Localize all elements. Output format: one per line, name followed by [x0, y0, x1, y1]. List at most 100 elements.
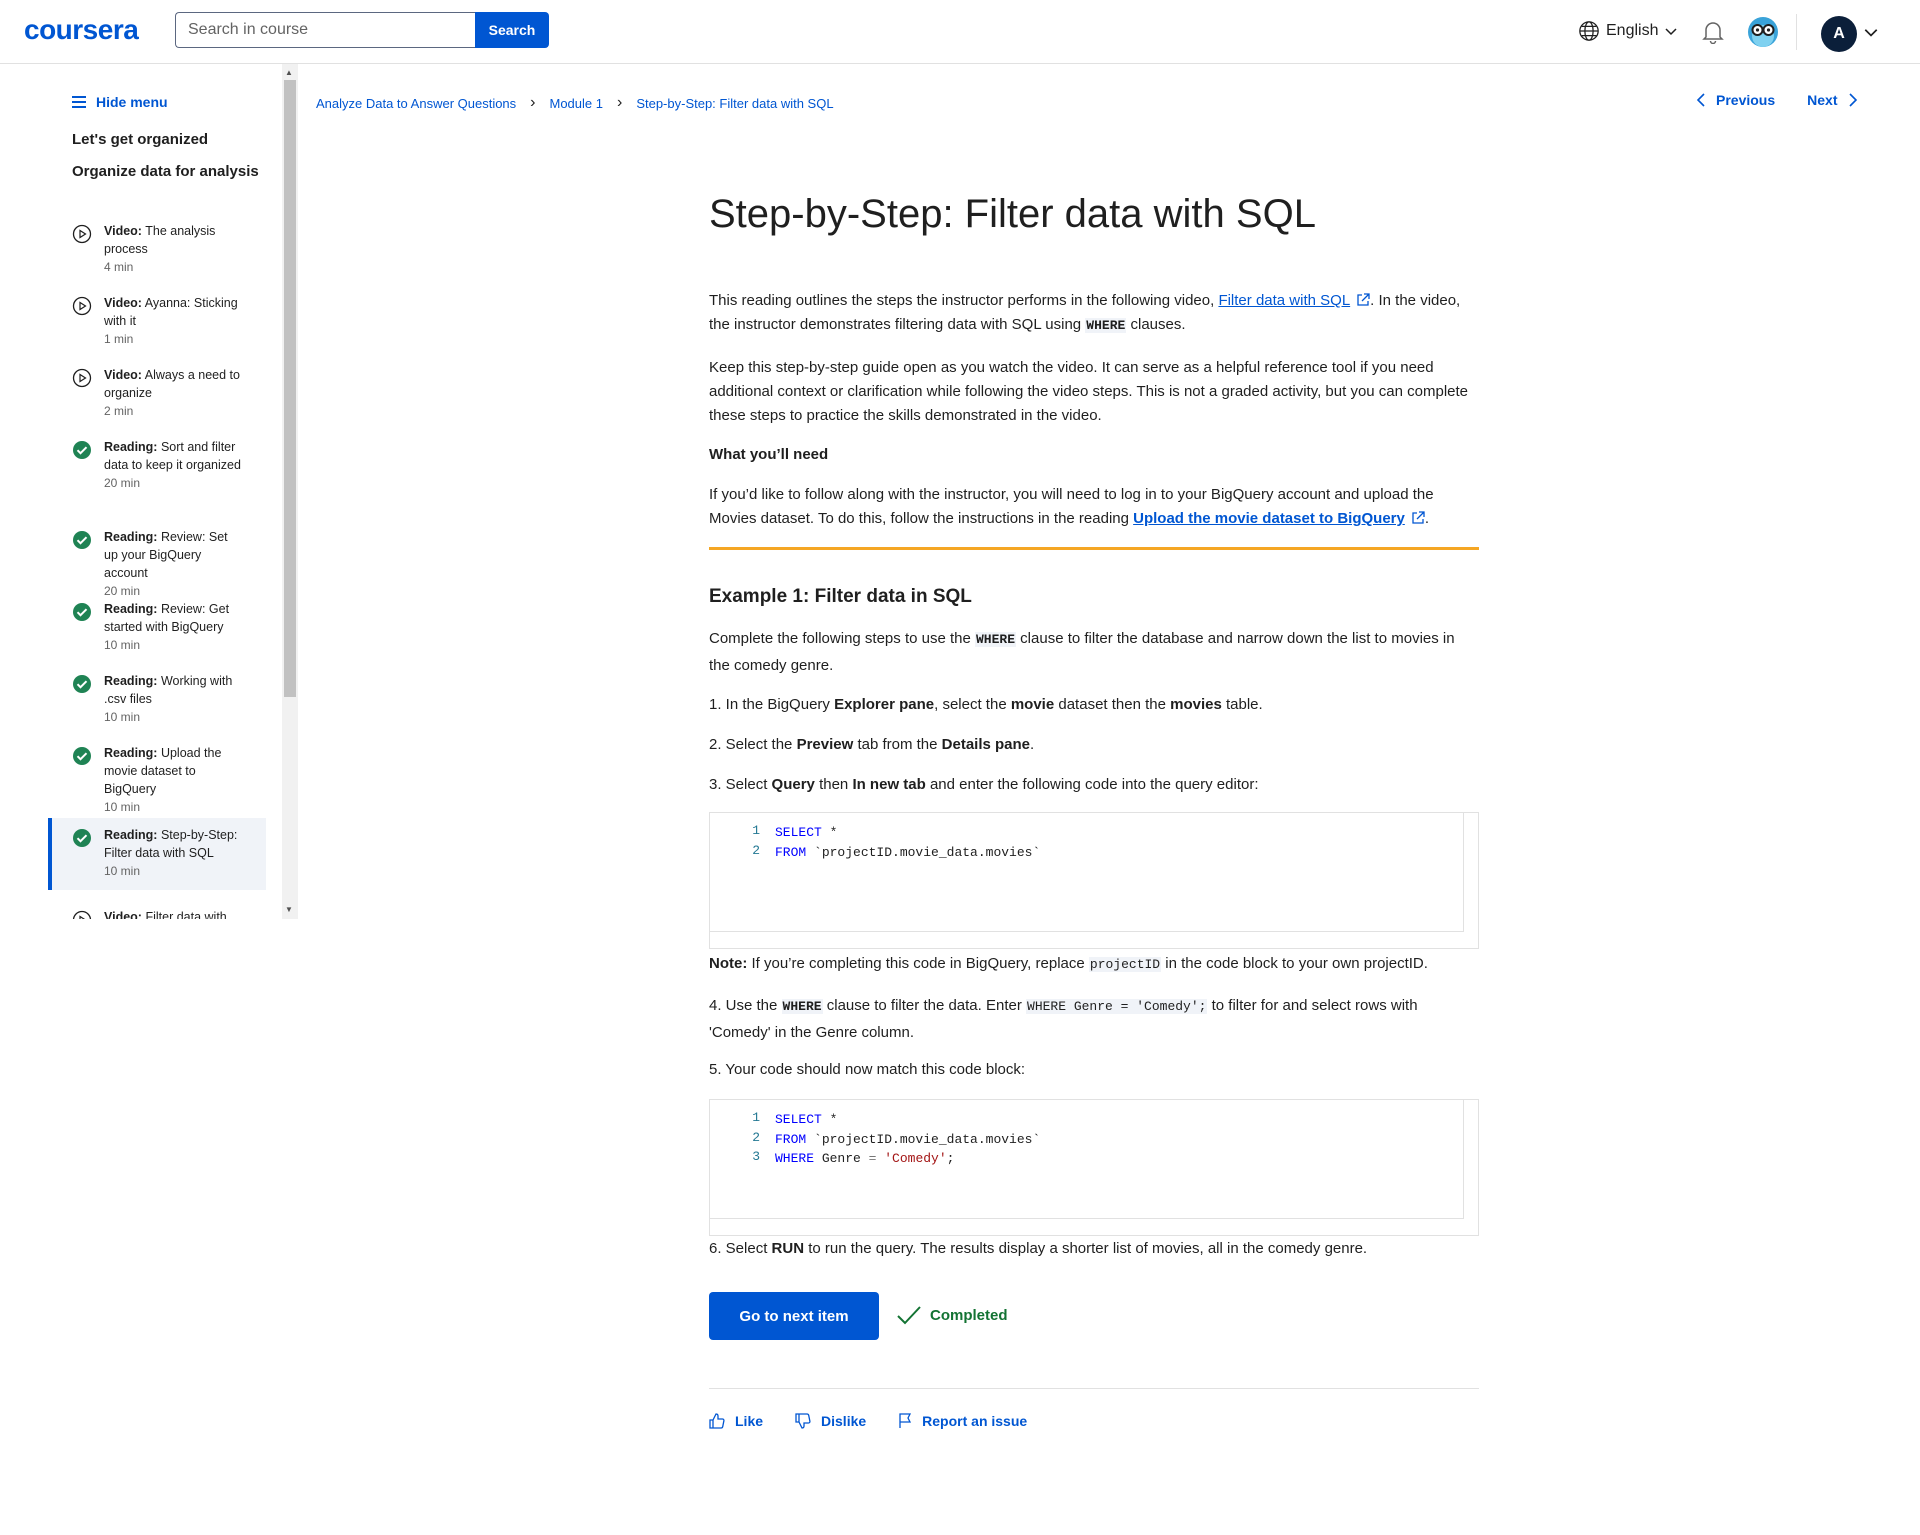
- sidebar-item-label: Reading: Working with .csv files: [104, 672, 244, 708]
- previous-label: Previous: [1716, 92, 1776, 108]
- sidebar-item[interactable]: Reading: Step-by-Step: Filter data with …: [48, 818, 266, 890]
- code-line: SELECT *: [775, 1110, 837, 1129]
- example-intro: Complete the following steps to use the …: [709, 626, 1479, 679]
- sidebar-item-type: Video:: [104, 296, 142, 310]
- feedback-bar: Like Dislike Report an issue: [709, 1413, 1027, 1429]
- breadcrumb-module[interactable]: Module 1: [550, 96, 603, 111]
- sidebar-item[interactable]: Reading: Working with .csv files 10 min: [48, 664, 266, 734]
- like-button[interactable]: Like: [709, 1413, 763, 1429]
- note-text-2: in the code block to your own projectID.: [1161, 955, 1428, 972]
- step-bold: RUN: [771, 1240, 805, 1257]
- hamburger-icon: [72, 96, 86, 108]
- sidebar-section-title: Let's get organized: [72, 131, 209, 148]
- step-bold: Details pane: [941, 736, 1031, 753]
- sidebar-item-type: Video:: [104, 368, 142, 382]
- step-text: to run the query. The results display a …: [804, 1240, 1368, 1257]
- note-paragraph: Note: If you’re completing this code in …: [709, 952, 1479, 977]
- chevron-left-icon: [1696, 93, 1705, 107]
- sidebar-item-duration: 1 min: [104, 332, 134, 346]
- coursera-logo[interactable]: coursera: [24, 14, 139, 46]
- code-text: `projectID.movie_data.movies`: [806, 1131, 1041, 1147]
- previous-button[interactable]: Previous: [1696, 92, 1775, 108]
- chevron-down-icon: [1665, 28, 1678, 36]
- language-label: English: [1606, 22, 1659, 39]
- sidebar-item-label: Reading: Step-by-Step: Filter data with …: [104, 826, 244, 862]
- language-selector[interactable]: English: [1578, 20, 1678, 42]
- code-keyword: WHERE: [775, 1151, 815, 1166]
- code-line-number: 2: [752, 1129, 760, 1145]
- step-bold: movie: [1010, 696, 1055, 713]
- step-bold: Preview: [796, 736, 854, 753]
- code-line-number: 3: [752, 1149, 760, 1164]
- thumbs-down-icon: [795, 1413, 811, 1429]
- sidebar-item[interactable]: Video: Always a need to organize 2 min: [48, 358, 266, 428]
- next-button[interactable]: Next: [1807, 92, 1857, 108]
- code-block-1[interactable]: 1 SELECT * 2 FROM `projectID.movie_data.mov…: [709, 812, 1479, 949]
- code-line: FROM `projectID.movie_data.movies`: [775, 1130, 1040, 1149]
- sidebar-item[interactable]: Reading: Upload the movie dataset to Big…: [48, 736, 266, 824]
- sidebar-item[interactable]: Video: The analysis process 4 min: [48, 214, 266, 284]
- step-text: 4. Use the: [709, 997, 782, 1014]
- page-title: Step-by-Step: Filter data with SQL: [709, 192, 1316, 236]
- dislike-button[interactable]: Dislike: [795, 1413, 866, 1429]
- search-input[interactable]: [175, 12, 475, 48]
- step-1: 1. In the BigQuery Explorer pane, select…: [709, 693, 1479, 717]
- sidebar-item[interactable]: Video: Filter data with: [48, 900, 266, 919]
- account-chevron-down-icon[interactable]: [1863, 24, 1879, 45]
- step-text: 6. Select: [709, 1240, 772, 1257]
- breadcrumb-course[interactable]: Analyze Data to Answer Questions: [316, 96, 516, 111]
- next-label: Next: [1807, 92, 1838, 108]
- coach-icon[interactable]: [1747, 16, 1779, 48]
- step-3: 3. Select Query then In new tab and ente…: [709, 773, 1479, 797]
- step-6: 6. Select RUN to run the query. The resu…: [709, 1237, 1479, 1261]
- step-text: tab from the: [853, 736, 942, 753]
- sidebar-item-duration: 10 min: [104, 638, 141, 652]
- external-link-icon: [1412, 511, 1425, 524]
- check-circle-icon: [73, 829, 91, 847]
- code-keyword: FROM: [775, 844, 807, 860]
- sidebar-item-label: Reading: Upload the movie dataset to Big…: [104, 744, 244, 798]
- sidebar-scrollbar-thumb[interactable]: [284, 80, 296, 697]
- step-text: 1. In the BigQuery: [709, 696, 835, 713]
- sidebar-item-type: Reading:: [104, 440, 158, 454]
- go-to-next-item-button[interactable]: Go to next item: [709, 1292, 879, 1340]
- step-text: dataset then the: [1054, 696, 1171, 713]
- completed-label: Completed: [930, 1306, 1008, 1324]
- completed-status: Completed: [896, 1304, 1008, 1326]
- code-keyword: FROM: [775, 1131, 807, 1147]
- step-bold: Explorer pane: [834, 696, 935, 713]
- sidebar-item[interactable]: Reading: Sort and filter data to keep it…: [48, 430, 266, 500]
- sidebar-item-duration: 10 min: [104, 800, 141, 814]
- scroll-up-arrow-icon[interactable]: ▲: [285, 68, 293, 77]
- sidebar-item-type: Video:: [104, 224, 142, 238]
- code-block-2[interactable]: 1 SELECT * 2 FROM `projectID.movie_data.mov…: [709, 1099, 1479, 1236]
- sidebar-item-duration: 4 min: [104, 260, 134, 274]
- feedback-divider: [709, 1388, 1479, 1389]
- code-line-number: 1: [752, 823, 760, 838]
- step-text: , select the: [934, 696, 1011, 713]
- search-button[interactable]: Search: [475, 12, 549, 48]
- globe-icon: [1579, 21, 1599, 41]
- intro-paragraph: This reading outlines the steps the inst…: [709, 289, 1479, 338]
- report-issue-button[interactable]: Report an issue: [898, 1413, 1027, 1429]
- notifications-button[interactable]: [1702, 20, 1724, 49]
- example-text: Complete the following steps to use the: [709, 630, 975, 647]
- scroll-down-arrow-icon[interactable]: ▼: [285, 905, 293, 914]
- guide-paragraph: Keep this step-by-step guide open as you…: [709, 359, 1469, 424]
- play-icon: [72, 368, 92, 388]
- code-text: ;: [946, 1151, 955, 1166]
- breadcrumb-item[interactable]: Step-by-Step: Filter data with SQL: [636, 96, 833, 111]
- avatar[interactable]: A: [1821, 16, 1857, 52]
- check-circle-icon: [73, 747, 91, 765]
- sidebar-item[interactable]: Video: Ayanna: Sticking with it 1 min: [48, 286, 266, 356]
- inline-code: WHERE: [975, 632, 1017, 647]
- hide-menu-button[interactable]: Hide menu: [72, 94, 168, 110]
- step-text: 3. Select: [709, 776, 772, 793]
- external-link-icon: [1357, 293, 1370, 306]
- video-link[interactable]: Filter data with SQL: [1218, 292, 1350, 309]
- step-bold: movies: [1170, 696, 1222, 713]
- code-keyword: SELECT: [775, 1112, 822, 1127]
- sidebar-item[interactable]: Reading: Review: Get started with BigQue…: [48, 592, 266, 662]
- code-text: *: [821, 1112, 838, 1127]
- upload-dataset-link[interactable]: Upload the movie dataset to BigQuery: [1133, 510, 1405, 527]
